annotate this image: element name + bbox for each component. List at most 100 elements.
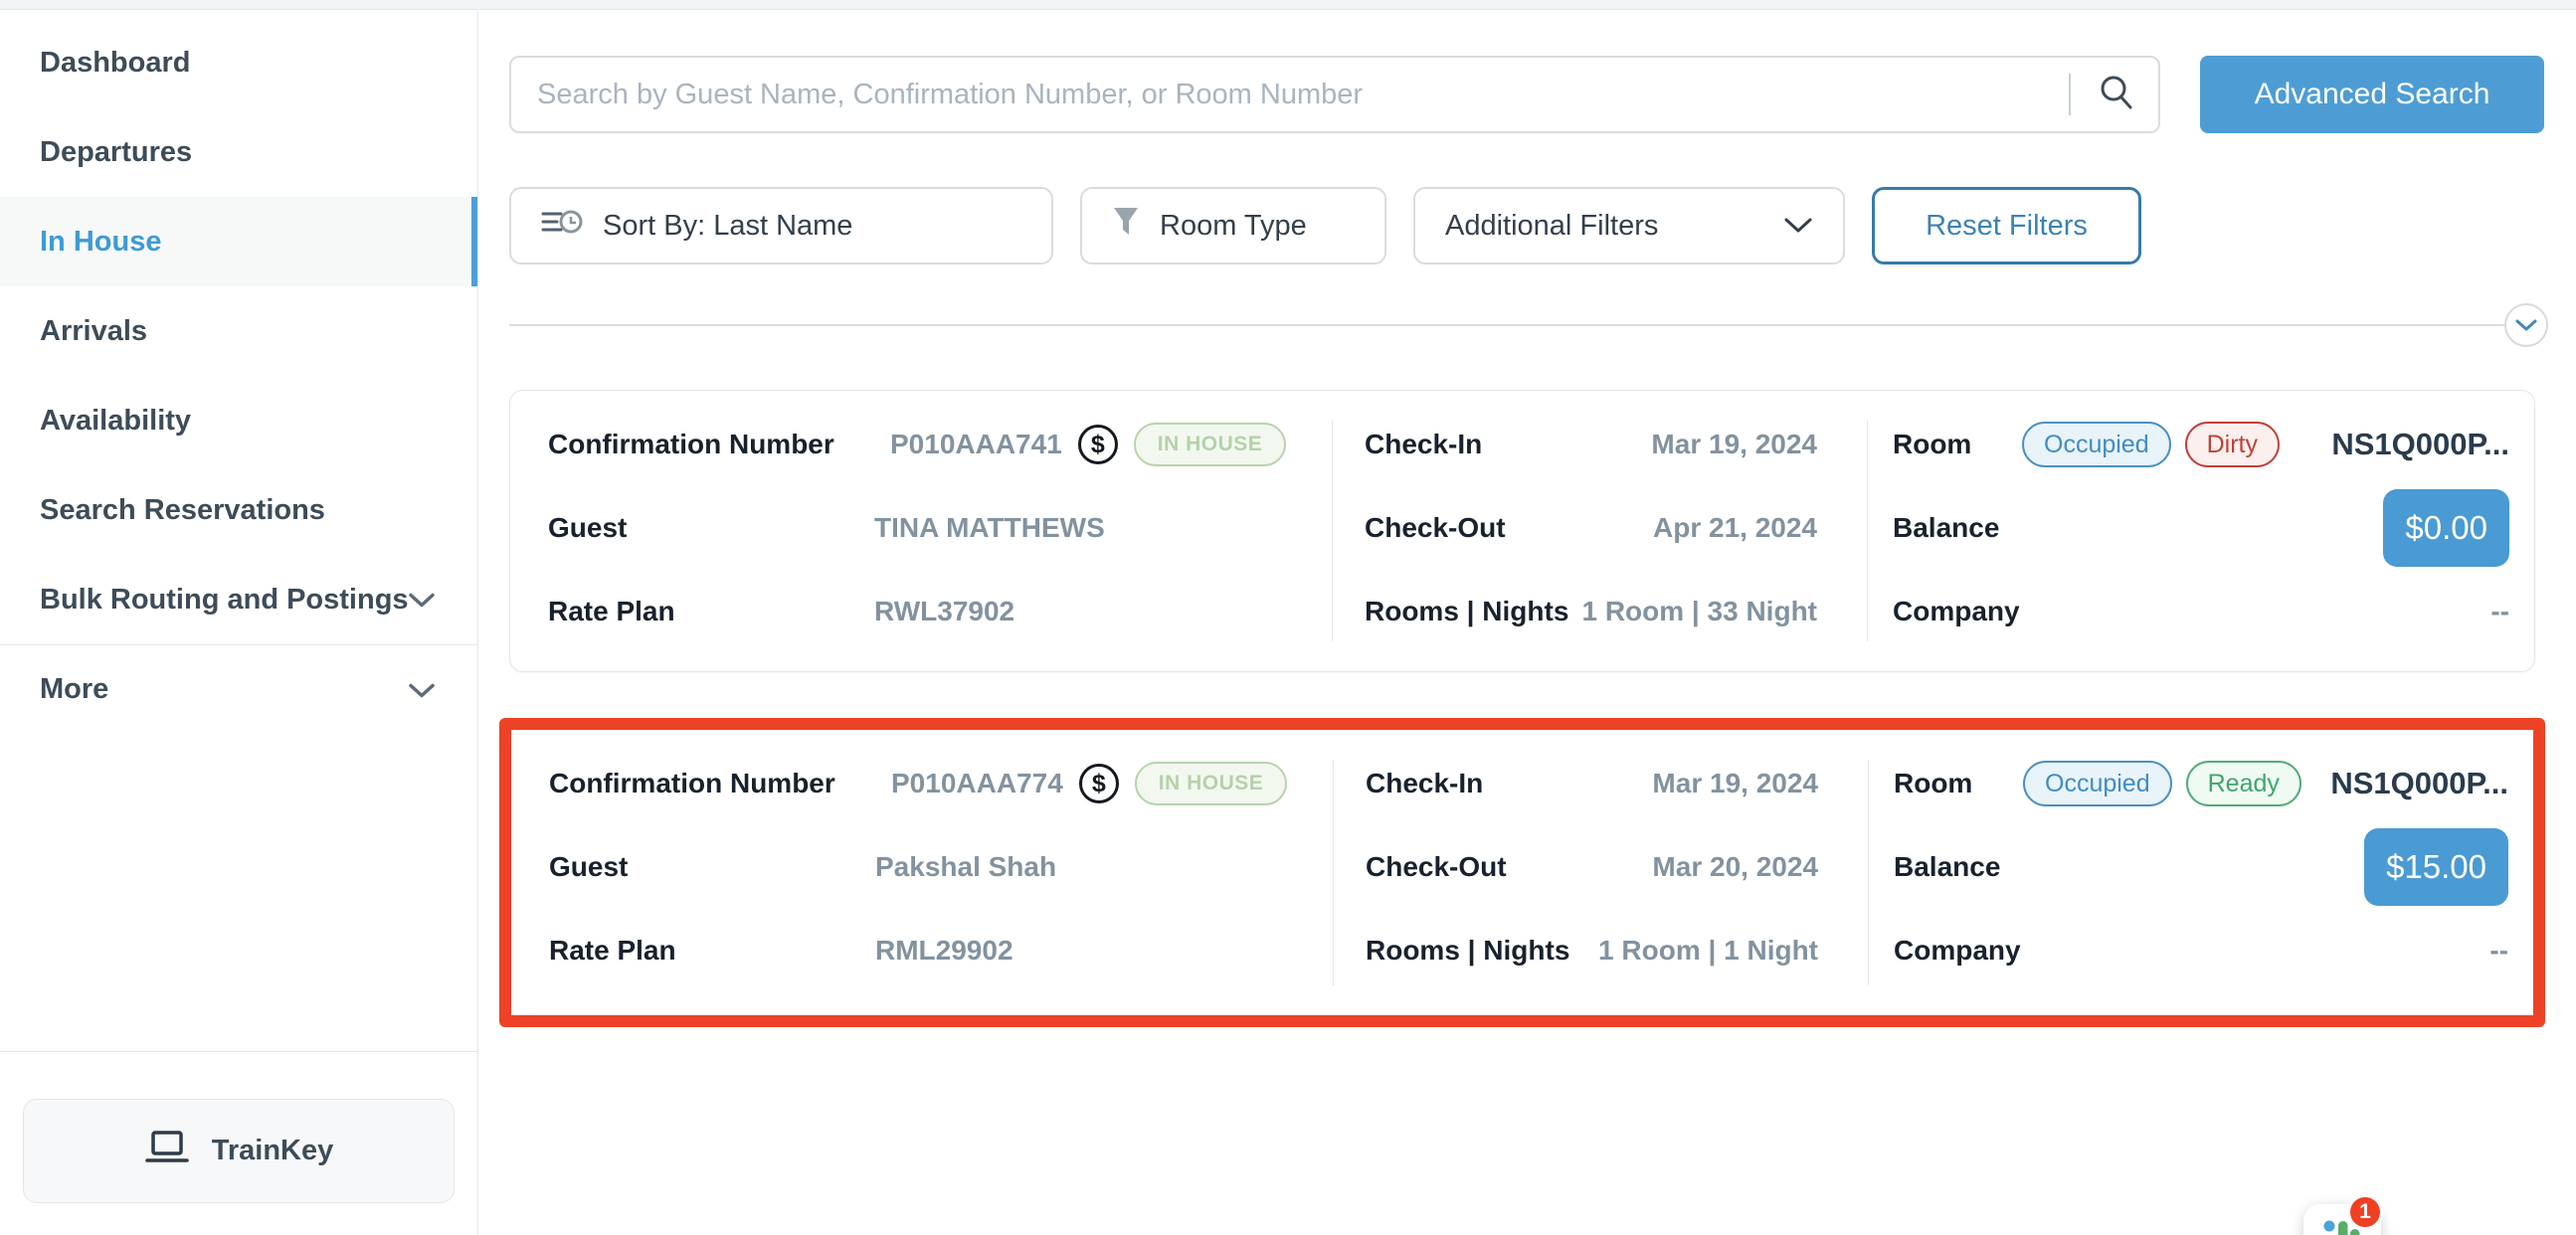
card-guest-column: Confirmation Number P010AAA741 $ IN HOUS… [510, 391, 1332, 671]
room-number: NS1Q000P... [2331, 427, 2509, 462]
search-box [509, 56, 2160, 133]
search-input[interactable] [537, 79, 2059, 111]
check-out-label: Check-Out [1365, 512, 1506, 544]
sidebar: Dashboard Departures In House Arrivals A… [0, 11, 478, 1235]
rate-plan-label: Rate Plan [549, 935, 875, 967]
payment-dollar-icon[interactable]: $ [1079, 764, 1119, 803]
check-out-label: Check-Out [1366, 851, 1507, 883]
check-in-date: Mar 19, 2024 [1652, 768, 1818, 799]
rooms-nights-value: 1 Room | 1 Night [1598, 935, 1818, 967]
room-type-label: Room Type [1160, 210, 1307, 243]
sort-by-dropdown[interactable]: Sort By: Last Name [509, 187, 1053, 265]
check-in-label: Check-In [1365, 429, 1482, 460]
app-window: Dashboard Departures In House Arrivals A… [0, 0, 2576, 1235]
occupancy-status-pill: Occupied [2022, 422, 2171, 467]
rate-plan-value: RML29902 [875, 935, 1013, 967]
rooms-nights-label: Rooms | Nights [1366, 935, 1569, 967]
confirmation-number-label: Confirmation Number [549, 768, 875, 799]
guest-label: Guest [548, 512, 874, 544]
sidebar-item-search-reservations[interactable]: Search Reservations [0, 465, 477, 555]
check-in-date: Mar 19, 2024 [1651, 429, 1817, 460]
company-label: Company [1894, 935, 2023, 967]
sidebar-item-label: More [40, 673, 108, 706]
guest-label: Guest [549, 851, 875, 883]
reset-filters-button[interactable]: Reset Filters [1872, 187, 2141, 265]
sidebar-item-arrivals[interactable]: Arrivals [0, 286, 477, 376]
check-out-date: Apr 21, 2024 [1653, 512, 1817, 544]
room-label: Room [1893, 429, 2022, 460]
filter-row: Sort By: Last Name Room Type Additional … [509, 187, 2141, 265]
additional-filters-label: Additional Filters [1445, 210, 1658, 243]
balance-label: Balance [1893, 512, 2022, 544]
rate-plan-value: RWL37902 [874, 596, 1014, 627]
notification-badge: 1 [2347, 1194, 2383, 1230]
search-input-divider [2069, 74, 2071, 115]
confirmation-number-value: P010AAA741 [890, 429, 1062, 460]
sidebar-item-label: Departures [40, 136, 192, 169]
balance-button[interactable]: $0.00 [2383, 489, 2509, 567]
search-row: Advanced Search [509, 56, 2544, 133]
payment-dollar-icon[interactable]: $ [1078, 425, 1118, 464]
sidebar-item-in-house[interactable]: In House [0, 197, 477, 286]
status-badge: IN HOUSE [1134, 423, 1287, 466]
sidebar-item-label: Arrivals [40, 315, 147, 348]
housekeeping-status-pill: Ready [2186, 761, 2301, 806]
trainkey-button[interactable]: TrainKey [23, 1099, 455, 1203]
check-in-label: Check-In [1366, 768, 1483, 799]
sidebar-divider [0, 1051, 477, 1052]
collapse-toggle-button[interactable] [2504, 303, 2548, 347]
room-number: NS1Q000P... [2330, 766, 2508, 801]
housekeeping-status-pill: Dirty [2185, 422, 2280, 467]
chevron-down-icon [408, 673, 436, 706]
trainkey-label: TrainKey [212, 1135, 334, 1167]
chevron-down-icon [1783, 210, 1813, 243]
company-value: -- [2490, 596, 2509, 627]
chat-widget-button[interactable]: 1 [2303, 1204, 2381, 1235]
company-label: Company [1893, 596, 2022, 627]
sidebar-item-more[interactable]: More [0, 644, 477, 734]
sidebar-item-dashboard[interactable]: Dashboard [0, 18, 477, 107]
highlight-frame: Confirmation Number P010AAA774 $ IN HOUS… [499, 718, 2545, 1027]
window-top-strip [0, 0, 2576, 10]
sidebar-item-label: Availability [40, 405, 191, 438]
check-out-date: Mar 20, 2024 [1652, 851, 1818, 883]
advanced-search-button[interactable]: Advanced Search [2200, 56, 2544, 133]
sidebar-item-label: Search Reservations [40, 494, 325, 527]
balance-button[interactable]: $15.00 [2364, 828, 2508, 906]
chevron-down-icon [408, 584, 436, 617]
rate-plan-label: Rate Plan [548, 596, 874, 627]
card-guest-column: Confirmation Number P010AAA774 $ IN HOUS… [511, 730, 1333, 1015]
reservation-card[interactable]: Confirmation Number P010AAA774 $ IN HOUS… [511, 730, 2533, 1015]
company-value: -- [2489, 935, 2508, 967]
additional-filters-dropdown[interactable]: Additional Filters [1413, 187, 1845, 265]
card-dates-column: Check-In Mar 19, 2024 Check-Out Mar 20, … [1334, 730, 1868, 1015]
rooms-nights-value: 1 Room | 33 Night [1581, 596, 1817, 627]
guest-name: TINA MATTHEWS [874, 512, 1105, 544]
sidebar-nav: Dashboard Departures In House Arrivals A… [0, 11, 477, 734]
status-badge: IN HOUSE [1135, 762, 1288, 805]
laptop-icon [144, 1130, 190, 1173]
room-type-filter[interactable]: Room Type [1080, 187, 1386, 265]
sort-icon [541, 206, 583, 246]
main-content: Advanced Search Sort By: Last Name [478, 11, 2576, 1235]
reservation-card[interactable]: Confirmation Number P010AAA741 $ IN HOUS… [509, 390, 2535, 672]
sidebar-item-availability[interactable]: Availability [0, 376, 477, 465]
sidebar-item-label: Dashboard [40, 47, 190, 80]
sidebar-item-bulk-routing-and-postings[interactable]: Bulk Routing and Postings [0, 555, 477, 644]
rooms-nights-label: Rooms | Nights [1365, 596, 1568, 627]
balance-label: Balance [1894, 851, 2023, 883]
section-divider [509, 324, 2504, 326]
search-icon[interactable] [2097, 73, 2136, 117]
confirmation-number-value: P010AAA774 [891, 768, 1063, 799]
sidebar-item-label: Bulk Routing and Postings [40, 584, 409, 617]
room-label: Room [1894, 768, 2023, 799]
guest-name: Pakshal Shah [875, 851, 1056, 883]
sidebar-item-label: In House [40, 226, 161, 259]
card-dates-column: Check-In Mar 19, 2024 Check-Out Apr 21, … [1333, 391, 1867, 671]
chevron-down-icon [2515, 319, 2537, 332]
sidebar-item-departures[interactable]: Departures [0, 107, 477, 197]
sort-by-label: Sort By: Last Name [603, 210, 852, 243]
card-room-column: Room Occupied Ready NS1Q000P... Balance … [1869, 730, 2533, 1015]
occupancy-status-pill: Occupied [2023, 761, 2172, 806]
funnel-icon [1112, 206, 1140, 246]
